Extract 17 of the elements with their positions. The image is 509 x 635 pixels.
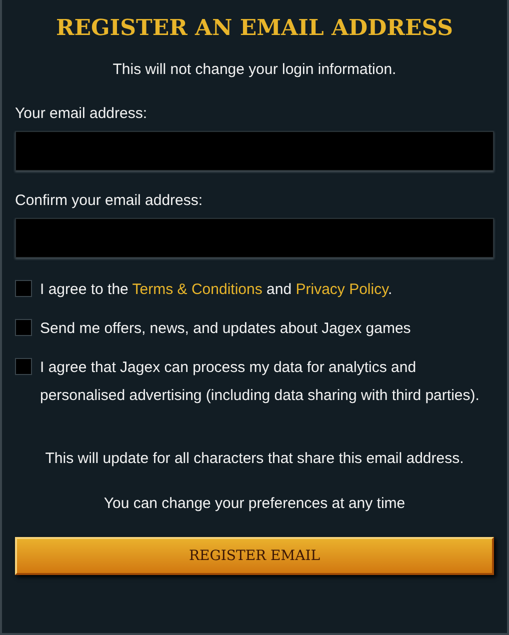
info-text: You can change your preferences at any time [104, 494, 406, 514]
field-label: Your email address: [15, 104, 148, 124]
text-link[interactable]: Terms & Conditions [132, 281, 262, 298]
page-title: REGISTER AN EMAIL ADDRESS [56, 14, 454, 42]
checkbox[interactable] [15, 319, 32, 336]
checkbox[interactable] [15, 280, 32, 297]
subtitle-text: This will not change your login information. [112, 60, 396, 80]
checkbox-label: I agree to the Terms & Conditions and Privacy Policy. [40, 280, 392, 300]
checkbox-label: Send me offers, news, and updates about Jagex games [40, 319, 411, 339]
info-text: This will update for all characters that share this email address. [45, 449, 464, 469]
input-field[interactable] [15, 218, 494, 258]
text-link[interactable]: Privacy Policy [296, 281, 388, 298]
checkbox[interactable] [15, 358, 32, 375]
register-button[interactable]: REGISTER EMAIL [15, 537, 494, 575]
input-field[interactable] [15, 131, 494, 171]
checkbox-label: I agree that Jagex can process my data for analytics and personalised advertising (including data sharing with third parties). [40, 358, 480, 406]
field-label: Confirm your email address: [15, 191, 203, 211]
